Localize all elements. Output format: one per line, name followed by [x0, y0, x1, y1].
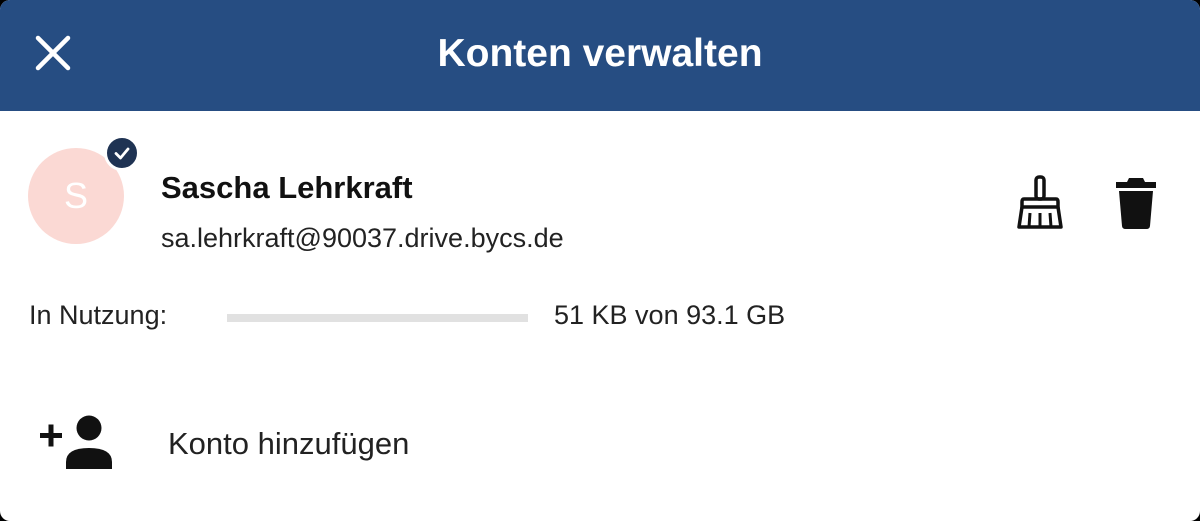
usage-progress-bar: [227, 314, 528, 322]
clear-data-button[interactable]: [1008, 171, 1072, 235]
check-circle-icon: [104, 135, 140, 171]
broom-icon: [1017, 175, 1063, 229]
storage-usage: In Nutzung: 51 KB von 93.1 GB: [0, 290, 1200, 340]
add-account-button[interactable]: Konto hinzufügen: [0, 395, 1200, 495]
usage-value: 51 KB von 93.1 GB: [554, 300, 786, 330]
account-name: Sascha Lehrkraft: [161, 170, 413, 205]
delete-account-button[interactable]: [1104, 171, 1168, 235]
usage-label: In Nutzung:: [29, 300, 168, 330]
manage-accounts-dialog: Konten verwalten S Sascha Lehrkraft sa.l…: [0, 0, 1200, 521]
add-account-label: Konto hinzufügen: [168, 426, 410, 461]
trash-icon: [1116, 178, 1156, 229]
dialog-header: Konten verwalten: [0, 0, 1200, 111]
person-add-icon: [40, 415, 112, 469]
dialog-title: Konten verwalten: [437, 32, 763, 75]
account-list-item[interactable]: S Sascha Lehrkraft sa.lehrkraft@90037.dr…: [0, 111, 1200, 271]
account-email: sa.lehrkraft@90037.drive.bycs.de: [161, 223, 564, 253]
